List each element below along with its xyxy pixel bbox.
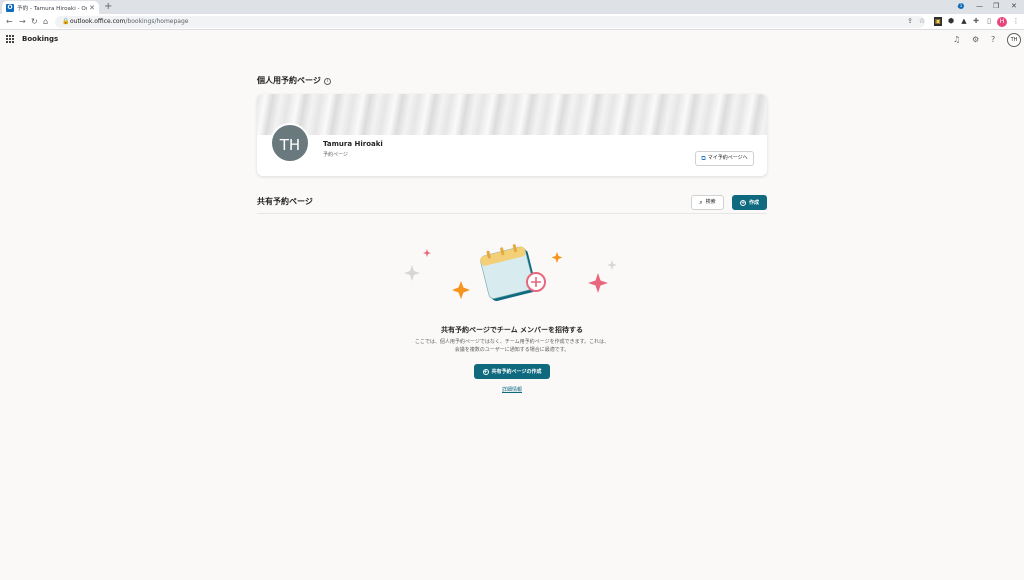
sparkle-gray-left-icon [404,265,420,281]
sparkle-gray-right-icon [607,260,617,270]
side-panel-icon[interactable]: ▯ [985,17,993,26]
add-circle-icon: + [739,199,746,206]
search-button[interactable]: ⌕ 検索 [691,195,724,210]
browser-profile-avatar[interactable]: H [997,17,1007,27]
help-icon[interactable]: ? [991,35,995,45]
learn-more-link-text[interactable]: 詳細情報 [502,387,522,393]
home-icon[interactable]: ⌂ [43,16,48,28]
app-launcher-icon[interactable] [6,35,14,43]
sparkle-pink-small-icon [423,249,431,257]
notification-icon[interactable]: ♫ [953,35,960,45]
personal-avatar: TH [270,123,310,163]
url-text: outlook.office.com/bookings/homepage [70,18,189,25]
tab-title: 予約 - Tamura Hiroaki - Outlook [17,5,87,12]
reload-icon[interactable]: ↻ [31,16,38,28]
personal-subtitle: 予約ページ [323,152,348,158]
extensions-puzzle-icon[interactable]: ✚ [972,17,980,26]
sparkle-orange-right-icon [551,252,563,263]
extension-icon[interactable]: ▣ [934,17,942,26]
empty-state-illustration [404,244,617,302]
user-avatar[interactable]: TH [1007,33,1021,47]
sparkle-orange-left-icon [452,281,470,299]
add-circle-icon: + [482,368,489,375]
extension-flag-icon[interactable]: ▲ [960,17,968,26]
browser-tabstrip: O 予約 - Tamura Hiroaki - Outlook ✕ + ⌄ — … [0,0,1024,14]
card-banner-image [257,94,767,135]
add-badge-icon [526,272,546,292]
tab-close-icon[interactable]: ✕ [89,4,95,12]
create-shared-page-button[interactable]: + 共有予約ページの作成 [474,364,550,379]
personal-section-heading: 個人用予約ページ i [257,75,331,86]
app-header: Bookings ♫ ⚙ ? [0,30,1024,50]
minimize-icon[interactable]: — [976,1,983,11]
bookmark-star-icon[interactable]: ☆ [918,17,926,26]
new-tab-button[interactable]: + [104,1,112,13]
close-window-icon[interactable]: ✕ [1011,1,1017,11]
forward-icon[interactable]: → [19,16,26,28]
empty-state-description: ここでは、個人用予約ページではなく、チーム用予約ページを作成できます。これは、会… [414,339,610,353]
outlook-favicon-icon: O [6,3,14,12]
browser-toolbar: ← → ↻ ⌂ 🔒 outlook.office.com/bookings/ho… [0,14,1024,30]
browser-menu-icon[interactable]: ⋮ [1012,17,1020,26]
settings-gear-icon[interactable]: ⚙ [972,35,979,45]
empty-state-title: 共有予約ページでチーム メンバーを招待する [440,326,584,334]
lock-icon[interactable]: 🔒 [62,17,69,27]
personal-name: Tamura Hiroaki [323,140,383,148]
section-divider [257,213,767,214]
shared-section-title: 共有予約ページ [257,197,313,206]
browser-tab[interactable]: O 予約 - Tamura Hiroaki - Outlook ✕ [2,1,99,14]
address-bar[interactable]: 🔒 outlook.office.com/bookings/homepage [55,16,925,28]
sparkle-pink-right-icon [588,273,608,293]
info-icon[interactable]: i [323,78,331,85]
extension-hexagon-icon[interactable]: ⬢ [947,17,955,26]
calendar-icon [480,244,537,302]
share-icon[interactable]: ⇪ [906,17,914,26]
restore-icon[interactable]: ❐ [993,1,999,11]
my-page-button-label: マイ予約ページへ [707,155,748,161]
search-icon: ⌕ [699,199,703,206]
app-name[interactable]: Bookings [22,35,58,43]
search-button-label: 検索 [705,199,716,205]
create-button-label: 作成 [748,200,759,206]
notification-badge: 1 [958,3,964,9]
personal-booking-card[interactable] [257,94,767,176]
personal-section-title: 個人用予約ページ [257,76,321,85]
back-icon[interactable]: ← [6,16,13,28]
create-shared-page-label: 共有予約ページの作成 [491,369,542,375]
create-button[interactable]: + 作成 [732,195,767,210]
go-to-my-booking-page-button[interactable]: ⧉ マイ予約ページへ [695,151,754,166]
open-page-icon: ⧉ [701,155,706,162]
learn-more-link[interactable]: 詳細情報 [257,386,767,393]
